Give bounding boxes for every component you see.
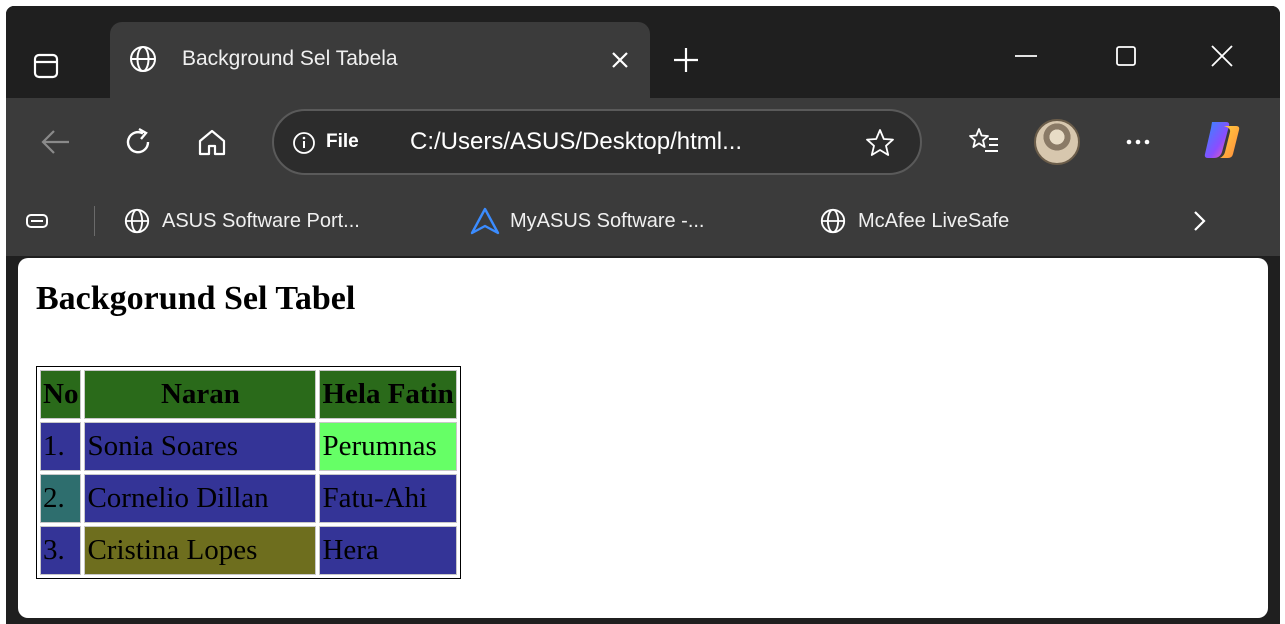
globe-icon [818, 206, 848, 236]
table-header-row: No Naran Hela Fatin [40, 370, 457, 419]
refresh-icon[interactable] [116, 120, 160, 164]
favorites-separator [94, 206, 95, 236]
chevron-right-icon[interactable] [1184, 206, 1214, 236]
cell-naran: Cristina Lopes [84, 526, 317, 575]
header-no: No [40, 370, 82, 419]
info-icon[interactable] [292, 131, 316, 155]
favorite-label: MyASUS Software -... [510, 209, 705, 232]
cell-hela-fatin: Fatu-Ahi [319, 474, 457, 523]
address-url[interactable]: C:/Users/ASUS/Desktop/html... [410, 124, 742, 160]
cell-hela-fatin: Hera [319, 526, 457, 575]
favorite-asus-software[interactable]: ASUS Software Port... [122, 200, 360, 242]
favorite-star-icon[interactable] [862, 125, 898, 161]
new-tab-icon[interactable] [666, 40, 706, 80]
table-row: 3. Cristina Lopes Hera [40, 526, 457, 575]
address-bar[interactable]: File C:/Users/ASUS/Desktop/html... [272, 109, 922, 175]
tab-actions-icon[interactable] [28, 48, 64, 84]
browser-window: Background Sel Tabela File C:/Users/ASUS… [6, 6, 1280, 624]
myasus-icon [470, 206, 500, 236]
profile-avatar[interactable] [1034, 119, 1080, 165]
toolbar: File C:/Users/ASUS/Desktop/html... [6, 98, 1280, 186]
minimize-icon[interactable] [996, 34, 1056, 78]
favorite-mcafee[interactable]: McAfee LiveSafe [818, 200, 1009, 242]
cell-no: 2. [40, 474, 82, 523]
globe-icon [122, 206, 152, 236]
table-row: 2. Cornelio Dillan Fatu-Ahi [40, 474, 457, 523]
copilot-icon[interactable] [1198, 116, 1246, 164]
favorite-myasus[interactable]: MyASUS Software -... [470, 200, 705, 242]
maximize-icon[interactable] [1096, 34, 1156, 78]
favorite-label: McAfee LiveSafe [858, 209, 1010, 232]
cell-no: 1. [40, 422, 82, 471]
tab-title: Background Sel Tabela [182, 47, 398, 70]
more-options-icon[interactable] [1116, 120, 1160, 164]
student-table: No Naran Hela Fatin 1. Sonia Soares Peru… [36, 366, 461, 579]
tab-strip: Background Sel Tabela [6, 6, 1280, 98]
cell-no: 3. [40, 526, 82, 575]
collections-icon[interactable] [22, 206, 52, 236]
header-naran: Naran [84, 370, 317, 419]
close-window-icon[interactable] [1192, 34, 1252, 78]
page-heading: Backgorund Sel Tabel [36, 280, 356, 317]
page-viewport: Backgorund Sel Tabel No Naran Hela Fatin… [18, 258, 1268, 618]
cell-naran: Sonia Soares [84, 422, 317, 471]
table-row: 1. Sonia Soares Perumnas [40, 422, 457, 471]
active-tab[interactable]: Background Sel Tabela [110, 22, 650, 98]
cell-hela-fatin: Perumnas [319, 422, 457, 471]
back-icon[interactable] [34, 120, 78, 164]
header-hela-fatin: Hela Fatin [319, 370, 457, 419]
favorites-bar: ASUS Software Port... MyASUS Software -.… [6, 186, 1280, 256]
globe-icon [128, 44, 158, 74]
favorites-list-icon[interactable] [962, 120, 1006, 164]
address-scheme: File [326, 131, 359, 152]
home-icon[interactable] [190, 120, 234, 164]
cell-naran: Cornelio Dillan [84, 474, 317, 523]
close-tab-icon[interactable] [606, 46, 634, 74]
favorite-label: ASUS Software Port... [162, 209, 360, 232]
